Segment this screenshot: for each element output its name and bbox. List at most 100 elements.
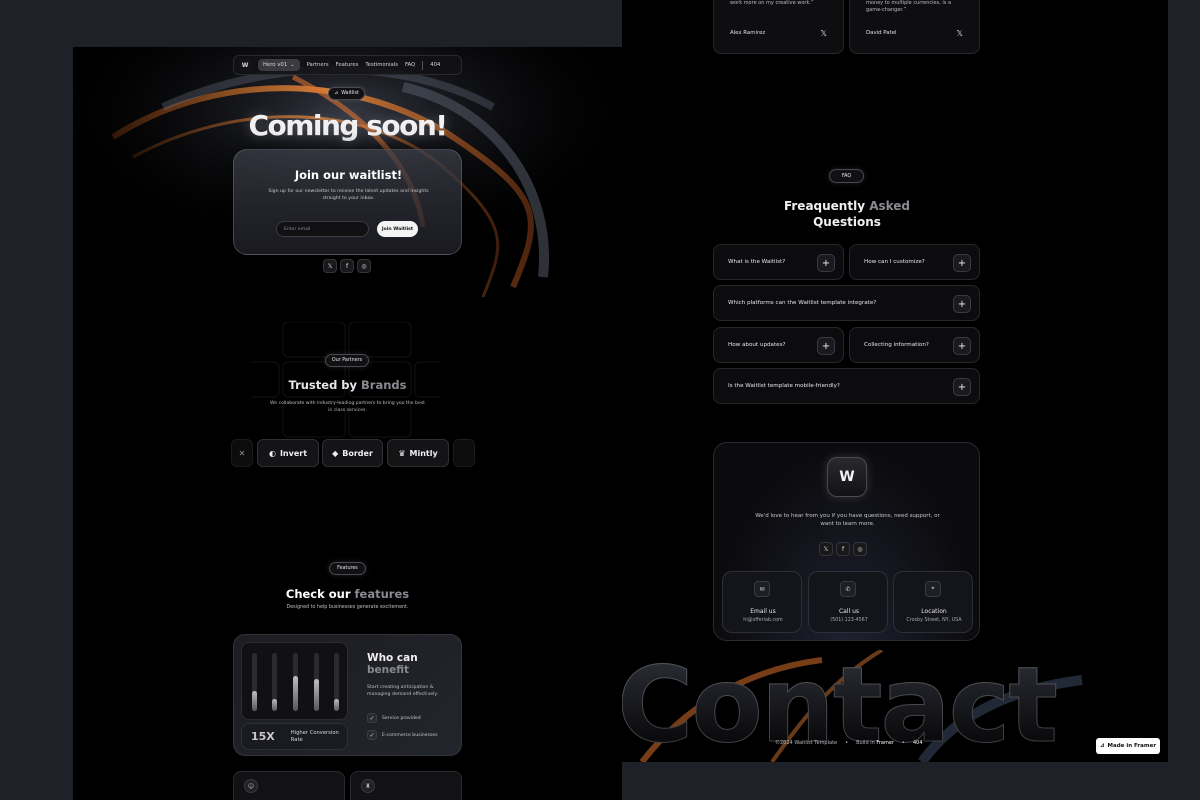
faq-question[interactable]: How about updates? + — [713, 327, 844, 363]
nav-divider — [422, 60, 424, 70]
nav-link-testimonials[interactable]: Testimonials — [365, 62, 398, 68]
location-pin-icon: ⌖ — [925, 581, 941, 597]
made-in-framer-badge[interactable]: ⊿ Made in Framer — [1096, 738, 1160, 754]
contact-box-value: Crosby Street, NY, USA — [906, 618, 962, 623]
benefit-check-label: E-commerce businesses — [382, 732, 438, 738]
faq-question[interactable]: Collecting information? + — [849, 327, 980, 363]
testimonial-author: David Patel — [866, 30, 897, 36]
email-input[interactable]: Enter email — [276, 221, 369, 237]
waitlist-badge-label: Waitlist — [341, 91, 359, 96]
faq-badge: FAQ — [829, 169, 864, 183]
level-bar — [314, 653, 319, 711]
x-icon[interactable]: 𝕏 — [957, 29, 963, 38]
contact-card: W We'd love to hear from you if you have… — [713, 442, 980, 641]
contact-box-value: (501) 123-4567 — [830, 618, 868, 623]
footer-built-brand[interactable]: Framer — [876, 740, 894, 746]
level-bar-fill — [334, 699, 339, 711]
faq-question-label: How can I customize? — [864, 259, 925, 265]
benefit-check-item: ✓ Service provided — [367, 713, 421, 723]
features-title: Check our features — [73, 587, 622, 601]
contact-phone-box[interactable]: ✆ Call us (501) 123-4567 — [808, 571, 888, 633]
nav-link-partners[interactable]: Partners — [307, 62, 329, 68]
contact-social-links: 𝕏 f ◎ — [819, 542, 867, 556]
brand-logo-invert: ◐ Invert — [257, 439, 319, 467]
contact-description: We'd love to hear from you if you have q… — [755, 513, 940, 527]
features-title-main: Check our — [285, 587, 355, 601]
framer-icon: ⊿ — [334, 91, 339, 96]
features-description: Designed to help businesses generate exc… — [286, 605, 409, 610]
brand-name-border: Border — [342, 448, 373, 458]
instagram-icon[interactable]: ◎ — [853, 542, 867, 556]
contact-box-value: hi@offerlab.com — [743, 618, 783, 623]
brand-logo-mintly: ♛ Mintly — [387, 439, 449, 467]
contact-box-label: Call us — [838, 608, 860, 615]
x-icon[interactable]: 𝕏 — [821, 29, 827, 38]
conversion-stat-label: Higher Conversion Rate — [290, 730, 339, 743]
waitlist-badge: ⊿ Waitlist — [328, 87, 365, 100]
x-icon[interactable]: 𝕏 — [323, 259, 337, 273]
footer-copyright: ©2024 Waitlist Template — [775, 740, 838, 746]
partners-title: Trusted by Brands — [73, 378, 622, 392]
nav-link-features[interactable]: Features — [336, 62, 359, 68]
top-navigation: W Hero v01 ⌄ Partners Features Testimonia… — [233, 55, 462, 75]
faq-question[interactable]: What is the Waitlist? + — [713, 244, 844, 280]
contact-location-box[interactable]: ⌖ Location Crosby Street, NY, USA — [893, 571, 973, 633]
facebook-icon[interactable]: f — [340, 259, 354, 273]
faq-title-main: Freaquently — [783, 199, 870, 213]
faq-question-label: Is the Waitlist template mobile-friendly… — [728, 383, 840, 389]
benefit-card: 15X Higher Conversion Rate Who can benef… — [233, 634, 462, 756]
conversion-bars-chart — [241, 642, 348, 720]
framer-icon: ⊿ — [1099, 743, 1105, 749]
invert-icon: ◐ — [268, 448, 276, 458]
testimonial-quote: money to multiple currencies, is a game-… — [866, 0, 952, 13]
facebook-icon[interactable]: f — [836, 542, 850, 556]
footer-separator: • — [845, 740, 849, 746]
nav-link-404[interactable]: 404 — [430, 62, 440, 68]
partners-badge: Our Partners — [325, 354, 369, 367]
benefit-check-label: Service provided — [382, 715, 421, 721]
faq-question[interactable]: How can I customize? + — [849, 244, 980, 280]
plus-icon[interactable]: + — [953, 337, 971, 355]
instagram-icon[interactable]: ◎ — [357, 259, 371, 273]
faq-title-dim: Asked — [869, 199, 911, 213]
plus-icon[interactable]: + — [953, 378, 971, 396]
nav-link-faq[interactable]: FAQ — [405, 62, 415, 68]
level-bar — [334, 653, 339, 711]
logo: W — [827, 457, 867, 497]
made-in-framer-label: Made in Framer — [1107, 743, 1157, 749]
testimonial-card: money to multiple currencies, is a game-… — [849, 0, 980, 54]
benefit-title: Who can benefit — [367, 652, 447, 676]
waitlist-card-title: Join our waitlist! — [294, 168, 403, 182]
contact-email-box[interactable]: ✉ Email us hi@offerlab.com — [722, 571, 802, 633]
faq-question[interactable]: Is the Waitlist template mobile-friendly… — [713, 368, 980, 404]
faq-question-label: What is the Waitlist? — [728, 259, 786, 265]
border-icon: ◆ — [332, 448, 339, 458]
faq-title: Freaquently Asked Questions — [622, 198, 1072, 230]
logo[interactable]: W — [239, 59, 251, 71]
mail-icon: ✉ — [754, 581, 770, 597]
x-icon[interactable]: 𝕏 — [819, 542, 833, 556]
conversion-stat-value: 15X — [251, 730, 275, 743]
footer-built-prefix: Build in — [856, 740, 875, 746]
plus-icon[interactable]: + — [817, 337, 835, 355]
plus-icon[interactable]: + — [953, 254, 971, 272]
faq-question-label: How about updates? — [728, 342, 786, 348]
faq-question[interactable]: Which platforms can the Waitlist templat… — [713, 285, 980, 321]
testimonial-card: work more on my creative work.” Alex Ram… — [713, 0, 844, 54]
hero-dropdown[interactable]: Hero v01 ⌄ — [258, 59, 300, 71]
plus-icon[interactable]: + — [817, 254, 835, 272]
partners-title-main: Trusted by — [288, 378, 362, 392]
level-bar — [252, 653, 257, 711]
faq-question-label: Which platforms can the Waitlist templat… — [728, 300, 877, 306]
benefit-description: Start creating anticipation & managing d… — [367, 685, 439, 697]
conversion-stat: 15X Higher Conversion Rate — [241, 723, 348, 750]
hero-title: Coming soon! — [248, 109, 448, 142]
footer-built: Build in Framer — [856, 740, 894, 746]
plus-icon[interactable]: + — [953, 295, 971, 313]
footer-link-404[interactable]: 404 — [913, 740, 923, 746]
chevron-down-icon: ⌄ — [290, 62, 295, 68]
join-waitlist-button[interactable]: Join Waitlist — [377, 221, 418, 237]
waitlist-card: Join our waitlist! Sign up for our newsl… — [233, 149, 462, 255]
partners-title-dim: Brands — [361, 378, 407, 392]
canvas: W Hero v01 ⌄ Partners Features Testimonia… — [0, 0, 1200, 800]
